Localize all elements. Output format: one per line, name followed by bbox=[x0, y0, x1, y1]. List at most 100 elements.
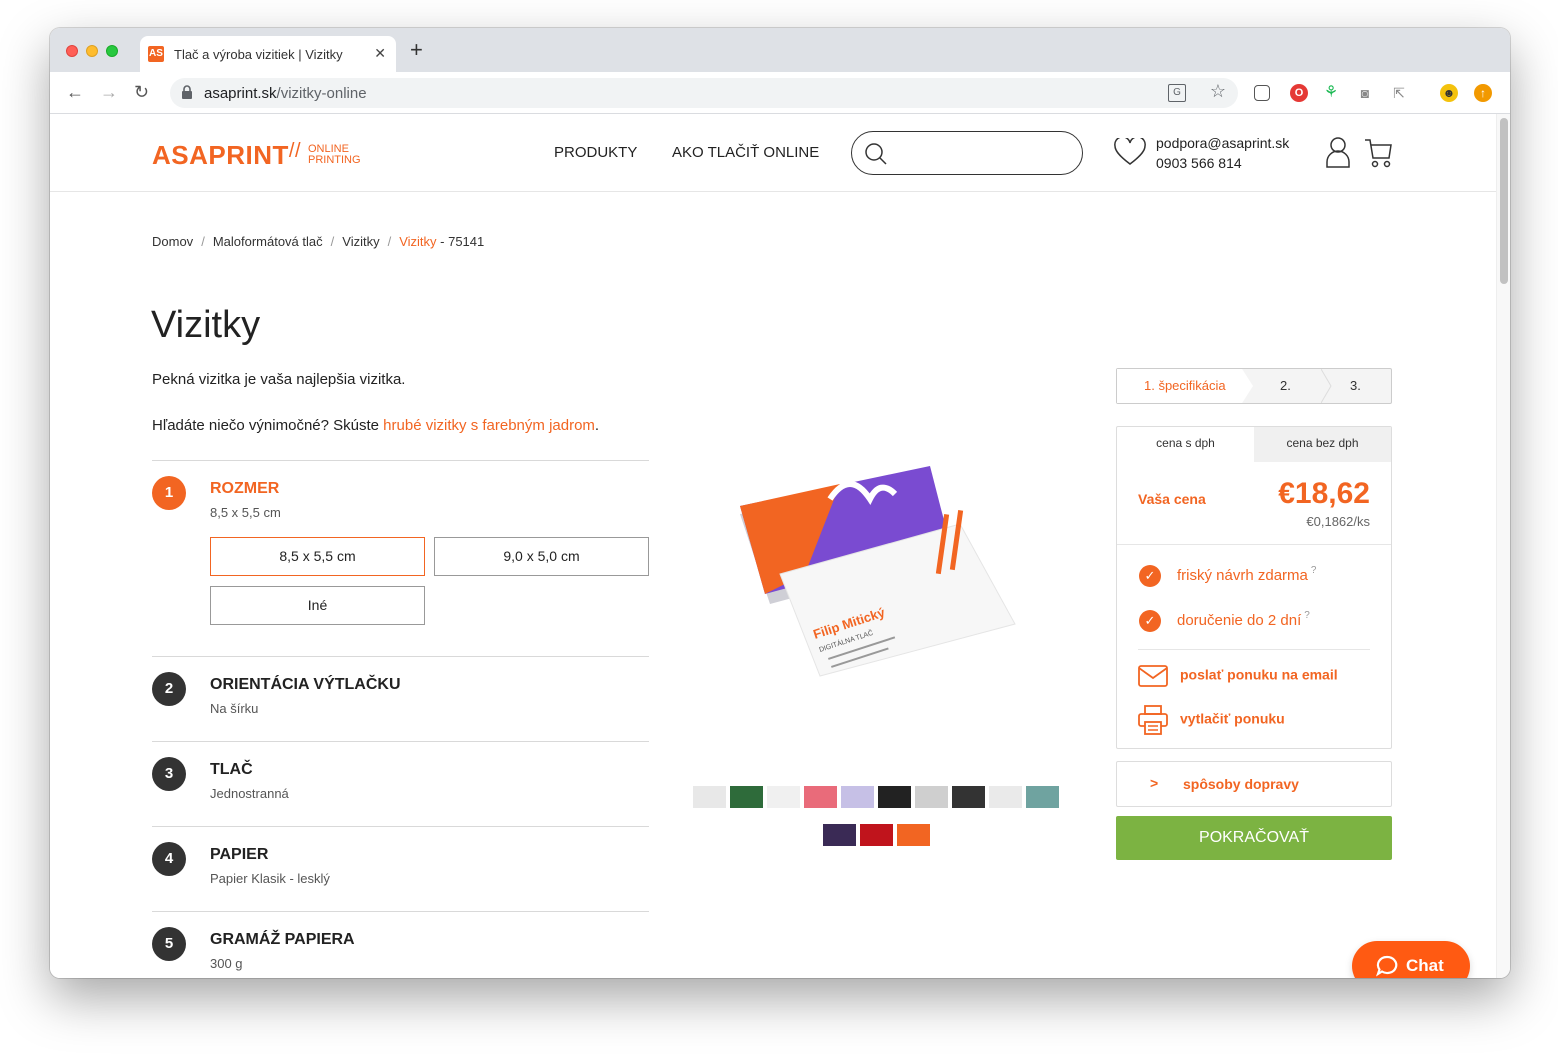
breadcrumb-current: Vizitky bbox=[399, 234, 437, 249]
feature-delivery: ✓ doručenie do 2 dní? bbox=[1139, 610, 1310, 632]
support-email[interactable]: podpora@asaprint.sk bbox=[1156, 135, 1289, 151]
thumbnail[interactable] bbox=[693, 786, 726, 808]
order-wizard: 1. špecifikácia 2. 3. bbox=[1116, 368, 1392, 404]
profile-avatar-icon[interactable]: ☻ bbox=[1440, 84, 1458, 102]
breadcrumb-vizitky[interactable]: Vizitky bbox=[342, 234, 379, 249]
opera-extension-icon[interactable]: O bbox=[1290, 84, 1308, 102]
browser-tab[interactable]: AS Tlač a výroba vizitiek | Vizitky ✕ bbox=[140, 36, 396, 72]
reload-icon[interactable]: ↻ bbox=[134, 82, 149, 103]
shipping-methods[interactable]: > spôsoby dopravy bbox=[1116, 761, 1392, 807]
close-window-button[interactable] bbox=[66, 45, 78, 57]
check-icon: ✓ bbox=[1139, 565, 1161, 587]
back-icon[interactable]: ← bbox=[66, 82, 84, 103]
price-label: Vaša cena bbox=[1138, 491, 1206, 507]
divider bbox=[152, 911, 649, 912]
tab-title: Tlač a výroba vizitiek | Vizitky bbox=[174, 47, 343, 62]
user-icon[interactable] bbox=[1326, 136, 1350, 168]
thumbnail[interactable] bbox=[989, 786, 1022, 808]
support-phone[interactable]: 0903 566 814 bbox=[1156, 155, 1242, 171]
thick-cards-link[interactable]: hrubé vizitky s farebným jadrom bbox=[383, 417, 595, 434]
divider bbox=[1117, 544, 1391, 545]
address-bar[interactable]: asaprint.sk/vizitky-online G ☆ bbox=[170, 78, 1238, 108]
chat-button[interactable]: Chat bbox=[1352, 941, 1470, 978]
wizard-step-1[interactable]: 1. špecifikácia bbox=[1144, 378, 1226, 393]
cursor-extension-icon[interactable]: ⇱ bbox=[1390, 84, 1408, 102]
price-total: €18,62 bbox=[1278, 477, 1370, 510]
step-5-title[interactable]: GRAMÁŽ PAPIERA bbox=[210, 931, 355, 949]
site-header: ASAPRINT// ONLINE PRINTING PRODUKTY AKO T… bbox=[50, 114, 1496, 192]
step-2-title[interactable]: ORIENTÁCIA VÝTLAČKU bbox=[210, 676, 401, 694]
logo[interactable]: ASAPRINT// bbox=[152, 140, 301, 171]
product-intro-2: Hľadáte niečo výnimočné? Skúste hrubé vi… bbox=[152, 417, 600, 434]
logo-tagline: ONLINE PRINTING bbox=[308, 143, 361, 166]
breadcrumb-code: - 75141 bbox=[436, 234, 485, 249]
nav-products[interactable]: PRODUKTY bbox=[554, 144, 637, 161]
thumbnail[interactable] bbox=[841, 786, 874, 808]
wizard-step-2[interactable]: 2. bbox=[1280, 378, 1291, 393]
step-4-title[interactable]: PAPIER bbox=[210, 846, 268, 864]
size-option-other[interactable]: Iné bbox=[210, 586, 425, 625]
tab-with-vat[interactable]: cena s dph bbox=[1117, 427, 1254, 462]
thumbnail[interactable] bbox=[823, 824, 856, 846]
page-title: Vizitky bbox=[151, 304, 261, 346]
price-box: cena s dph cena bez dph Vaša cena €18,62… bbox=[1116, 426, 1392, 749]
tab-without-vat[interactable]: cena bez dph bbox=[1254, 427, 1391, 462]
product-intro: Pekná vizitka je vaša najlepšia vizitka. bbox=[152, 371, 406, 388]
bookmark-star-icon[interactable]: ☆ bbox=[1210, 81, 1226, 102]
browser-toolbar: ← → ↻ asaprint.sk/vizitky-online G ☆ O ⚘… bbox=[50, 72, 1510, 114]
forward-icon[interactable]: → bbox=[100, 82, 118, 103]
chevron-right-icon: > bbox=[1150, 775, 1159, 791]
url-text: asaprint.sk/vizitky-online bbox=[204, 85, 367, 102]
thumbnail[interactable] bbox=[915, 786, 948, 808]
wizard-step-3[interactable]: 3. bbox=[1350, 378, 1361, 393]
step-3-title[interactable]: TLAČ bbox=[210, 761, 253, 779]
step-4-badge: 4 bbox=[152, 842, 186, 876]
heart-icon bbox=[1114, 138, 1146, 165]
help-icon[interactable]: ? bbox=[1311, 565, 1317, 576]
web-page: ASAPRINT// ONLINE PRINTING PRODUKTY AKO T… bbox=[50, 114, 1496, 978]
favicon-icon: AS bbox=[148, 46, 164, 62]
thumbnail[interactable] bbox=[767, 786, 800, 808]
minimize-window-button[interactable] bbox=[86, 45, 98, 57]
pocket-icon[interactable] bbox=[1254, 85, 1270, 101]
breadcrumb-home[interactable]: Domov bbox=[152, 234, 193, 249]
search-input[interactable] bbox=[851, 131, 1083, 175]
thumbnail[interactable] bbox=[897, 824, 930, 846]
step-5-badge: 5 bbox=[152, 927, 186, 961]
step-2-value: Na šírku bbox=[210, 701, 259, 716]
send-offer-email-link[interactable]: poslať ponuku na email bbox=[1138, 665, 1338, 687]
scrollbar[interactable] bbox=[1496, 114, 1510, 978]
breadcrumb-small-format[interactable]: Maloformátová tlač bbox=[213, 234, 323, 249]
browser-window: AS Tlač a výroba vizitiek | Vizitky ✕ + … bbox=[50, 28, 1510, 978]
price-per-unit: €0,1862/ks bbox=[1306, 514, 1370, 529]
thumbnail[interactable] bbox=[878, 786, 911, 808]
thumbnail[interactable] bbox=[804, 786, 837, 808]
check-icon: ✓ bbox=[1139, 610, 1161, 632]
print-offer-link[interactable]: vytlačiť ponuku bbox=[1138, 705, 1285, 735]
cart-icon[interactable] bbox=[1364, 138, 1392, 168]
thumbnail[interactable] bbox=[952, 786, 985, 808]
translate-icon[interactable]: G bbox=[1168, 84, 1186, 102]
step-3-value: Jednostranná bbox=[210, 786, 289, 801]
help-icon[interactable]: ? bbox=[1304, 610, 1310, 621]
size-option-85x55[interactable]: 8,5 x 5,5 cm bbox=[210, 537, 425, 576]
thumbnail[interactable] bbox=[730, 786, 763, 808]
chat-bubble-icon bbox=[1376, 955, 1398, 977]
step-2-badge: 2 bbox=[152, 672, 186, 706]
update-icon[interactable]: ↑ bbox=[1474, 84, 1492, 102]
thumbnail[interactable] bbox=[1026, 786, 1059, 808]
scrollbar-thumb[interactable] bbox=[1500, 118, 1508, 284]
new-tab-icon[interactable]: + bbox=[410, 39, 423, 61]
step-1-title[interactable]: ROZMER bbox=[210, 480, 279, 498]
step-4-value: Papier Klasik - lesklý bbox=[210, 871, 330, 886]
nav-how-to-print[interactable]: AKO TLAČIŤ ONLINE bbox=[672, 144, 819, 161]
divider bbox=[152, 656, 649, 657]
extension-green-icon[interactable]: ⚘ bbox=[1322, 84, 1340, 102]
maximize-window-button[interactable] bbox=[106, 45, 118, 57]
thumbnail[interactable] bbox=[860, 824, 893, 846]
continue-button[interactable]: POKRAČOVAŤ bbox=[1116, 816, 1392, 860]
tab-bar: AS Tlač a výroba vizitiek | Vizitky ✕ + bbox=[50, 28, 1510, 72]
close-tab-icon[interactable]: ✕ bbox=[374, 45, 386, 62]
camera-icon[interactable]: ◙ bbox=[1356, 84, 1374, 102]
size-option-90x50[interactable]: 9,0 x 5,0 cm bbox=[434, 537, 649, 576]
